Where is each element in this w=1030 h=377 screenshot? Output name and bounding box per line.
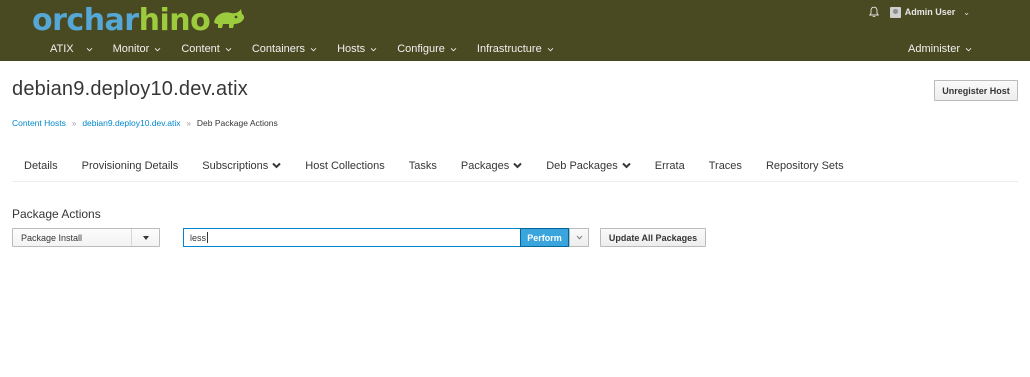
menu-item-hosts[interactable]: Hosts xyxy=(337,43,377,55)
perform-button[interactable]: Perform xyxy=(520,228,569,247)
tab-deb-packages[interactable]: Deb Packages xyxy=(534,150,643,182)
chevron-down-icon: ⌄ xyxy=(963,7,970,17)
user-menu[interactable]: Admin User ⌄ xyxy=(889,6,970,18)
menu-item-configure[interactable]: Configure xyxy=(397,43,457,55)
perform-options-toggle[interactable] xyxy=(569,228,589,247)
package-action-selected: Package Install xyxy=(21,232,83,243)
breadcrumb-separator: » xyxy=(71,118,77,128)
menu-item-monitor[interactable]: Monitor xyxy=(113,43,162,55)
chevron-down-icon xyxy=(622,162,631,169)
package-action-select[interactable]: Package Install xyxy=(12,228,160,247)
text-cursor xyxy=(207,232,209,243)
avatar xyxy=(889,6,901,18)
breadcrumb-content-hosts[interactable]: Content Hosts xyxy=(12,118,66,128)
package-name-value: less xyxy=(190,232,207,243)
breadcrumb-current: Deb Package Actions xyxy=(196,118,278,128)
chevron-down-icon xyxy=(513,162,522,169)
tab-packages[interactable]: Packages xyxy=(449,150,534,182)
tab-repository-sets[interactable]: Repository Sets xyxy=(754,150,856,182)
chevron-down-icon xyxy=(225,47,232,51)
chevron-down-icon xyxy=(965,47,972,51)
tab-tasks[interactable]: Tasks xyxy=(397,150,449,182)
user-name: Admin User xyxy=(904,7,956,17)
orcharhino-logo[interactable]: orcharhino xyxy=(32,4,246,38)
menu-item-administer[interactable]: Administer xyxy=(908,40,972,58)
chevron-down-icon xyxy=(155,47,161,51)
tab-details[interactable]: Details xyxy=(12,150,70,182)
host-tabs: Details Provisioning Details Subscriptio… xyxy=(12,150,1018,182)
breadcrumb-separator: » xyxy=(186,118,191,128)
chevron-down-icon xyxy=(370,47,377,51)
chevron-down-icon xyxy=(450,47,457,51)
breadcrumb-host[interactable]: debian9.deploy10.dev.atix xyxy=(82,118,180,128)
page-title: debian9.deploy10.dev.atix xyxy=(12,78,248,100)
unregister-host-button[interactable]: Unregister Host xyxy=(934,80,1018,101)
chevron-down-icon xyxy=(310,47,317,51)
tab-subscriptions[interactable]: Subscriptions xyxy=(190,150,293,182)
menu-item-infrastructure[interactable]: Infrastructure xyxy=(477,43,554,55)
chevron-down-icon xyxy=(547,47,554,51)
menu-item-atix[interactable]: ATIX xyxy=(50,43,93,55)
tab-errata[interactable]: Errata xyxy=(643,150,697,182)
tab-provisioning-details[interactable]: Provisioning Details xyxy=(70,150,191,182)
bell-icon[interactable] xyxy=(868,6,880,18)
logo-text: orcharhino xyxy=(32,3,211,38)
package-name-input[interactable]: less xyxy=(183,228,520,247)
package-actions-heading: Package Actions xyxy=(12,207,101,221)
chevron-down-icon xyxy=(576,235,582,240)
tab-host-collections[interactable]: Host Collections xyxy=(293,150,396,182)
menu-item-content[interactable]: Content xyxy=(181,43,232,55)
dropdown-arrow-icon xyxy=(131,229,159,246)
menu-item-containers[interactable]: Containers xyxy=(252,43,317,55)
chevron-down-icon xyxy=(272,162,281,169)
rhino-icon xyxy=(214,9,245,28)
utility-bar: Admin User ⌄ xyxy=(868,4,970,20)
breadcrumb: Content Hosts » debian9.deploy10.dev.ati… xyxy=(12,118,278,128)
top-navbar: orcharhino Admin User ⌄ ATIX Monitor Con… xyxy=(0,0,1030,61)
update-all-packages-button[interactable]: Update All Packages xyxy=(600,228,706,247)
main-menu: ATIX Monitor Content Containers Hosts Co… xyxy=(50,40,574,58)
chevron-down-icon xyxy=(86,47,92,51)
tab-traces[interactable]: Traces xyxy=(697,150,754,182)
